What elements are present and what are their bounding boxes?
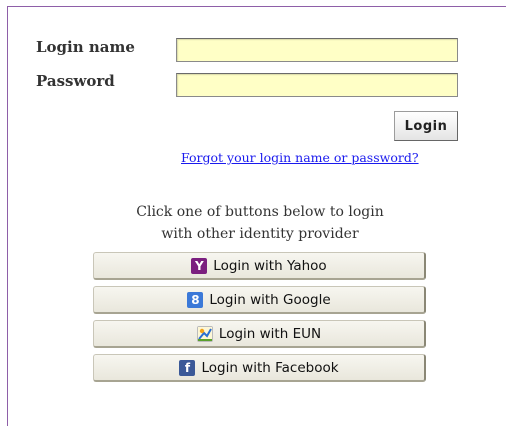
login-with-google-button[interactable]: 8 Login with Google <box>93 286 426 314</box>
eun-icon <box>196 325 213 342</box>
login-name-label: Login name <box>36 38 135 56</box>
provider-hint-line1: Click one of buttons below to login <box>136 204 384 220</box>
google-icon: 8 <box>187 291 204 308</box>
login-with-yahoo-button[interactable]: Y Login with Yahoo <box>93 252 426 280</box>
yahoo-icon: Y <box>191 257 208 274</box>
facebook-icon: f <box>179 359 196 376</box>
login-with-eun-button[interactable]: Login with EUN <box>93 320 426 348</box>
login-with-facebook-button[interactable]: f Login with Facebook <box>93 354 426 382</box>
yahoo-button-label: Login with Yahoo <box>213 257 327 274</box>
password-label: Password <box>36 72 115 90</box>
forgot-password-link[interactable]: Forgot your login name or password? <box>181 150 419 165</box>
google-button-label: Login with Google <box>209 291 331 308</box>
password-field[interactable] <box>176 73 458 97</box>
eun-button-label: Login with EUN <box>218 325 322 342</box>
login-name-input[interactable] <box>177 39 457 62</box>
provider-hint-line2: with other identity provider <box>161 226 359 242</box>
login-name-field[interactable] <box>176 38 458 62</box>
password-input[interactable] <box>177 74 457 97</box>
login-button[interactable]: Login <box>394 111 458 141</box>
facebook-button-label: Login with Facebook <box>201 359 339 376</box>
